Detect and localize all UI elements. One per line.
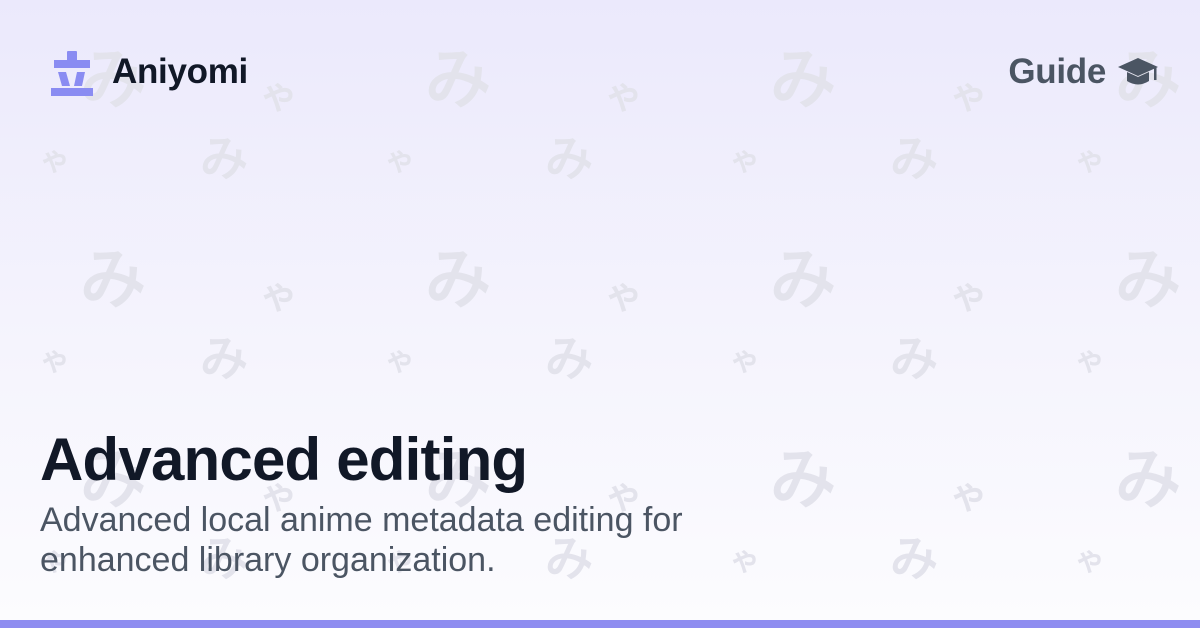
graduation-cap-icon	[1118, 58, 1158, 85]
guide-label: Guide	[1008, 52, 1106, 91]
brand-name: Aniyomi	[112, 52, 248, 91]
brand[interactable]: Aniyomi	[48, 50, 248, 96]
page-subtitle: Advanced local anime metadata editing fo…	[40, 501, 683, 579]
aniyomi-logo-icon	[51, 51, 93, 96]
page-title: Advanced editing	[40, 426, 528, 493]
guide-link[interactable]: Guide	[1008, 50, 1158, 96]
social-card: み ゃ み ゃ Aniyomi Guide Advanced editing	[0, 0, 1200, 628]
accent-bar	[0, 620, 1200, 628]
